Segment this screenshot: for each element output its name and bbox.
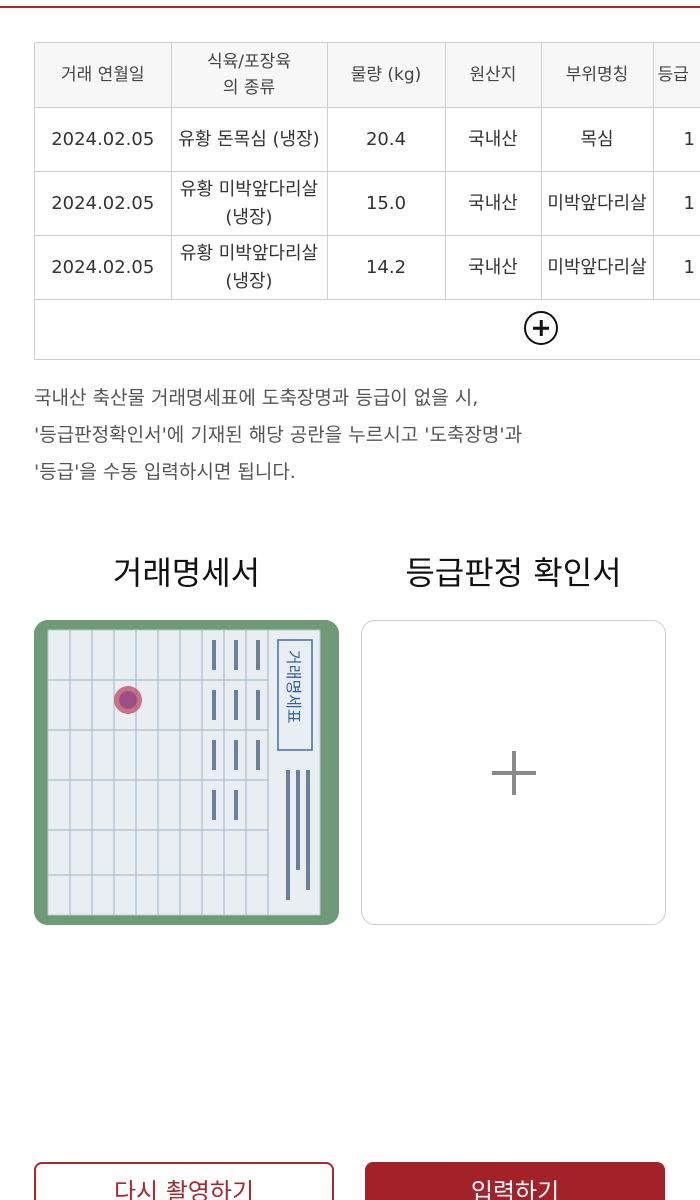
grade-certificate-title: 등급판정 확인서 [405,554,622,592]
cell-meat-type[interactable]: 유황 미박앞다리살 (냉장) [171,235,328,300]
table-header-row: 거래 연월일 식육/포장육 의 종류 물량 (kg) 원산지 부위명칭 등급 [35,43,700,108]
manual-input-notice: 국내산 축산물 거래명세표에 도축장명과 등급이 없을 시, '등급판정확인서'… [34,380,674,491]
cell-quantity[interactable]: 15.0 [327,171,446,236]
col-header-date: 거래 연월일 [35,43,172,108]
cell-part-name[interactable]: 미박앞다리살 [541,235,654,300]
notice-line: '등급판정확인서'에 기재된 해당 공란을 누르시고 '도축장명'과 [34,424,523,446]
invoice-photo[interactable]: 거래명세표 [34,620,339,925]
cell-origin[interactable]: 국내산 [445,171,542,236]
cell-part-name[interactable]: 미박앞다리살 [541,171,654,236]
cell-date[interactable]: 2024.02.05 [35,107,172,172]
col-header-part-name: 부위명칭 [541,43,654,108]
grade-certificate-upload[interactable] [361,620,666,925]
submit-button[interactable]: 입력하기 [365,1162,665,1200]
cell-grade[interactable]: 1 [653,171,700,236]
header-divider [0,6,700,8]
table-row[interactable]: 2024.02.05 유황 미박앞다리살 (냉장) 15.0 국내산 미박앞다리… [35,171,700,236]
col-header-grade: 등급 [653,43,700,108]
cell-origin[interactable]: 국내산 [445,235,542,300]
col-header-origin: 원산지 [445,43,542,108]
notice-line: '등급'을 수동 입력하시면 됩니다. [34,461,296,483]
cell-meat-type[interactable]: 유황 돈목심 (냉장) [171,107,328,172]
plus-circle-icon[interactable] [524,311,558,345]
cell-date[interactable]: 2024.02.05 [35,171,172,236]
cell-quantity[interactable]: 20.4 [327,107,446,172]
invoice-title: 거래명세서 [112,554,261,592]
cell-quantity[interactable]: 14.2 [327,235,446,300]
col-header-quantity: 물량 (kg) [327,43,446,108]
notice-line: 국내산 축산물 거래명세표에 도축장명과 등급이 없을 시, [34,387,479,409]
transaction-table: 거래 연월일 식육/포장육 의 종류 물량 (kg) 원산지 부위명칭 등급 2… [34,42,700,360]
invoice-photo-heading: 거래명세표 [284,650,303,724]
cell-part-name[interactable]: 목심 [541,107,654,172]
cell-origin[interactable]: 국내산 [445,107,542,172]
table-row[interactable]: 2024.02.05 유황 미박앞다리살 (냉장) 14.2 국내산 미박앞다리… [35,235,700,300]
invoice-photo-image: 거래명세표 [34,620,339,925]
cell-grade[interactable]: 1 [653,235,700,300]
retake-button[interactable]: 다시 촬영하기 [34,1162,334,1200]
add-row-area [35,299,700,359]
col-header-meat-type: 식육/포장육 의 종류 [171,43,328,108]
cell-grade[interactable]: 1 [653,107,700,172]
plus-icon [492,751,536,795]
screen: 거래 연월일 식육/포장육 의 종류 물량 (kg) 원산지 부위명칭 등급 2… [0,0,700,1200]
cell-date[interactable]: 2024.02.05 [35,235,172,300]
table-row[interactable]: 2024.02.05 유황 돈목심 (냉장) 20.4 국내산 목심 1 [35,107,700,172]
cell-meat-type[interactable]: 유황 미박앞다리살 (냉장) [171,171,328,236]
